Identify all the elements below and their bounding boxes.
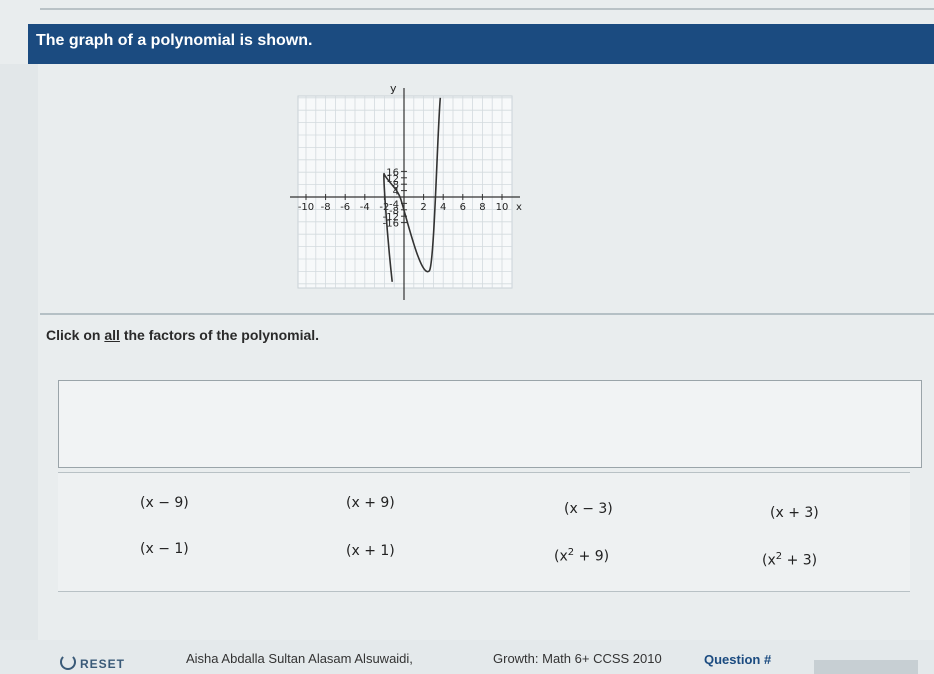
prompt-after: the factors of the polynomial. [119,327,320,343]
choice-8-base: (x [762,552,776,569]
y-tick-label: -16 [383,219,399,230]
choice-x-plus-3[interactable]: (x + 3) [766,503,823,523]
student-name: Aisha Abdalla Sultan Alasam Alsuwaidi, [186,651,413,666]
x-tick-label: 4 [440,202,446,213]
choice-x-plus-1[interactable]: (x + 1) [342,541,399,561]
choice-x-squared-plus-3[interactable]: (x2 + 3) [758,549,821,571]
reset-button[interactable]: RESET [60,654,125,671]
answer-drop-box[interactable] [58,380,922,468]
choice-bank: (x − 9) (x + 9) (x − 3) (x + 3) (x − 1) … [58,472,910,592]
choice-7-rest: + 9) [574,548,610,565]
section-divider [40,313,934,315]
instruction-text: Click on all the factors of the polynomi… [46,327,319,343]
x-tick-label: 2 [420,202,426,213]
choice-x-minus-9[interactable]: (x − 9) [136,493,193,513]
x-tick-label: 8 [479,202,485,213]
x-tick-label: -4 [360,202,370,213]
choice-8-rest: + 3) [782,552,818,569]
choice-x-minus-3[interactable]: (x − 3) [560,499,617,519]
x-tick-label: -8 [321,202,331,213]
reset-label: RESET [80,657,126,671]
x-tick-label: 6 [460,202,466,213]
x-axis-label: x [516,202,522,213]
left-margin [0,64,38,644]
choice-x-plus-9[interactable]: (x + 9) [342,493,399,513]
footer-bar [0,640,934,674]
prompt-emphasis: all [104,327,120,343]
graph-grid [297,95,513,289]
course-name: Growth: Math 6+ CCSS 2010 [493,651,662,666]
choice-7-base: (x [554,548,568,565]
graph-svg: -10 -8 -6 -4 -2 2 4 6 8 10161284-4-8-12-16xy [290,82,522,300]
choice-x-minus-1[interactable]: (x − 1) [136,539,193,559]
x-tick-label: 10 [496,202,509,213]
x-tick-label: -10 [298,202,314,213]
question-number: Question # [704,652,772,667]
question-header: The graph of a polynomial is shown. [28,24,934,64]
question-title: The graph of a polynomial is shown. [36,32,313,49]
question-nav-bar[interactable] [814,660,918,674]
polynomial-graph: -10 -8 -6 -4 -2 2 4 6 8 10 16 12 8 4 -4 -8 -12 -16 x y [280,78,540,308]
x-tick-label: -6 [340,202,350,213]
choice-x-squared-plus-9[interactable]: (x2 + 9) [550,545,613,567]
prompt-before: Click on [46,327,105,343]
top-rule [40,8,934,10]
reset-icon [60,654,76,670]
y-axis-label: y [390,82,397,95]
